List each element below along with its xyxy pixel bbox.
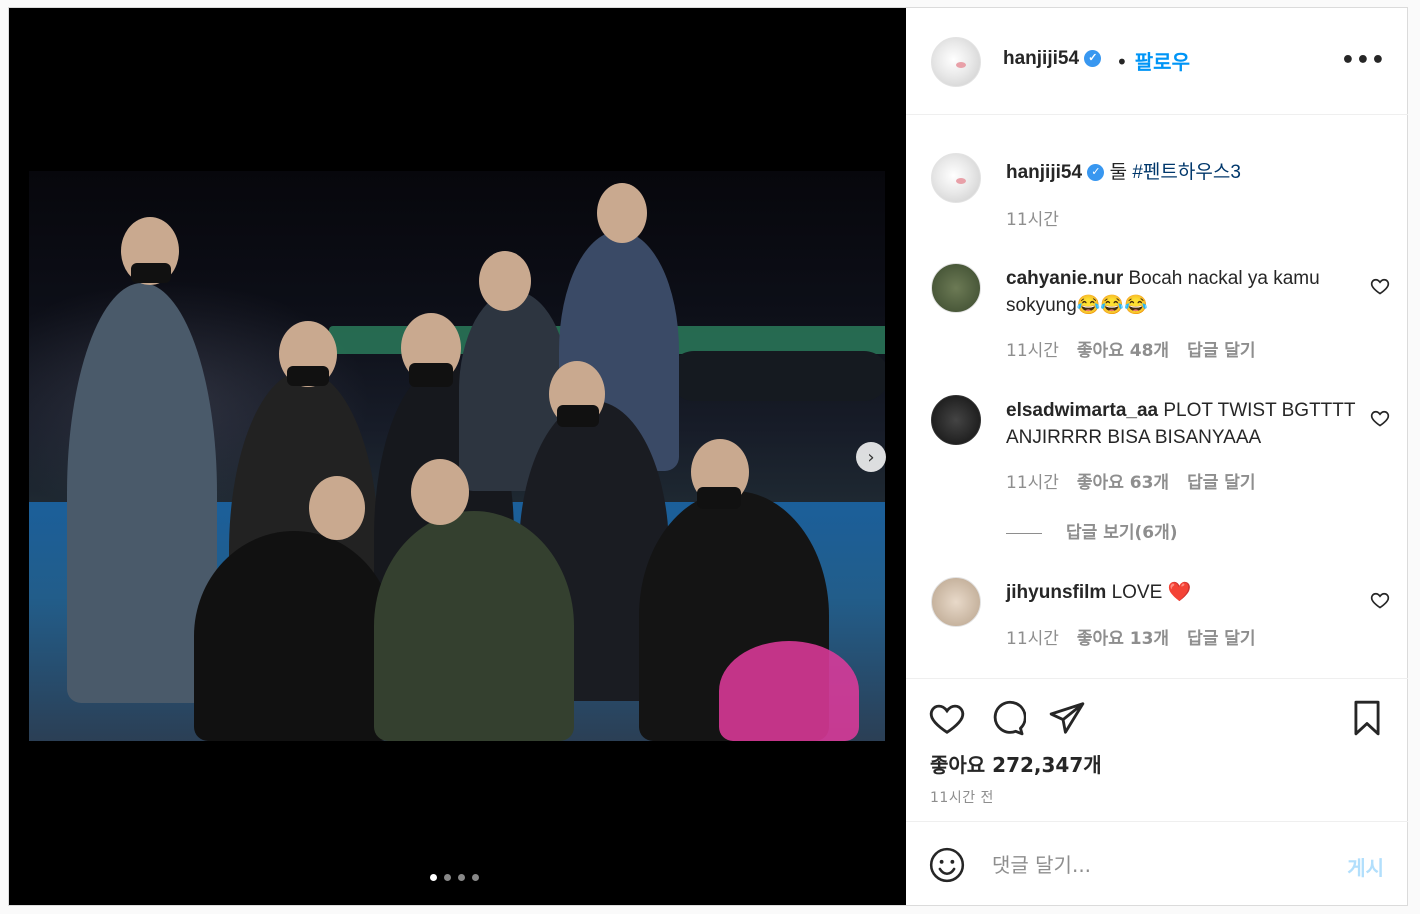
post-actions: 좋아요 272,347개 11시간 전: [906, 678, 1408, 821]
comment-likes[interactable]: 좋아요 13개: [1077, 629, 1169, 649]
comment-time[interactable]: 11시간: [1006, 473, 1059, 493]
comment-like-heart-icon[interactable]: [1370, 590, 1390, 610]
face-mask: [557, 405, 599, 427]
carousel-dot: [472, 874, 479, 881]
camera-rig: [719, 641, 859, 741]
verified-badge-icon: ✓: [1087, 164, 1105, 182]
reply-button[interactable]: 답글 달기: [1187, 629, 1255, 649]
comment-username[interactable]: jihyunsfilm: [1006, 582, 1106, 603]
follow-row[interactable]: • 팔로우: [1116, 46, 1190, 75]
post-sidebar: hanjiji54 ✓ • 팔로우 ••• hanjiji54 ✓ 둘 #펜트하…: [906, 8, 1408, 905]
post-media[interactable]: ›: [9, 8, 906, 905]
post-timestamp[interactable]: 11시간 전: [930, 787, 994, 807]
comment-time[interactable]: 11시간: [1006, 629, 1059, 649]
post-photo: [29, 171, 885, 741]
face-mask: [131, 263, 171, 283]
face-mask: [409, 363, 453, 387]
comment-meta: 11시간 좋아요 13개 답글 달기: [1006, 624, 1256, 649]
caption-text: hanjiji54 ✓ 둘 #펜트하우스3: [1006, 159, 1356, 186]
author-username-row[interactable]: hanjiji54 ✓: [1003, 48, 1102, 70]
reply-button[interactable]: 답글 달기: [1187, 473, 1255, 493]
comment-meta: 11시간 좋아요 48개 답글 달기: [1006, 336, 1256, 361]
comment-text: cahyanie.nur Bocah nackal ya kamu sokyun…: [1006, 265, 1356, 319]
comment-time[interactable]: 11시간: [1006, 341, 1059, 361]
like-heart-icon[interactable]: [928, 699, 966, 737]
carousel-indicator: [430, 874, 479, 881]
likes-count[interactable]: 좋아요 272,347개: [930, 749, 1102, 778]
caption-avatar[interactable]: [931, 153, 981, 203]
carousel-dot: [444, 874, 451, 881]
comment-text: jihyunsfilm LOVE ❤️: [1006, 579, 1356, 606]
view-replies-label: 답글 보기(6개): [1066, 523, 1178, 543]
person-head: [597, 183, 647, 243]
commenter-avatar[interactable]: [931, 263, 981, 313]
comment-bubble-icon[interactable]: [988, 699, 1026, 737]
add-comment-bar: 게시: [906, 821, 1408, 905]
post-comment-button[interactable]: 게시: [1347, 852, 1384, 881]
face-mask: [697, 487, 741, 509]
divider-line: [1006, 532, 1042, 534]
caption-hashtag[interactable]: #펜트하우스3: [1132, 162, 1241, 183]
reply-button[interactable]: 답글 달기: [1187, 341, 1255, 361]
caption-time[interactable]: 11시간: [1006, 205, 1059, 230]
view-replies-button[interactable]: 답글 보기(6개): [1006, 518, 1178, 543]
person-silhouette: [194, 531, 394, 741]
person-silhouette: [374, 511, 574, 741]
comment-text: elsadwimarta_aa PLOT TWIST BGTTTT ANJIRR…: [1006, 397, 1356, 451]
verified-badge-icon: ✓: [1084, 50, 1102, 68]
person-head: [479, 251, 531, 311]
comment-meta: 11시간 좋아요 63개 답글 달기: [1006, 468, 1256, 493]
chevron-right-icon: ›: [867, 446, 875, 468]
comment-username[interactable]: cahyanie.nur: [1006, 268, 1123, 289]
caption-body: 둘: [1109, 162, 1133, 183]
face-mask: [287, 366, 329, 386]
comment-input[interactable]: [990, 846, 1324, 884]
person-head: [309, 476, 365, 540]
commenter-avatar[interactable]: [931, 395, 981, 445]
comment-like-heart-icon[interactable]: [1370, 276, 1390, 296]
comment-likes[interactable]: 좋아요 63개: [1077, 473, 1169, 493]
separator: •: [1116, 50, 1128, 74]
follow-button[interactable]: 팔로우: [1135, 50, 1190, 74]
author-username[interactable]: hanjiji54: [1003, 48, 1079, 69]
comment-username[interactable]: elsadwimarta_aa: [1006, 400, 1158, 421]
person-head: [411, 459, 469, 525]
next-slide-button[interactable]: ›: [856, 442, 886, 472]
post-header: hanjiji54 ✓ • 팔로우 •••: [906, 8, 1408, 115]
share-send-icon[interactable]: [1048, 699, 1086, 737]
boat-buoys: [669, 351, 885, 401]
bookmark-save-icon[interactable]: [1348, 699, 1386, 737]
comment-like-heart-icon[interactable]: [1370, 408, 1390, 428]
comment-likes[interactable]: 좋아요 48개: [1077, 341, 1169, 361]
emoji-smiley-icon[interactable]: [928, 846, 966, 884]
comment-body: LOVE ❤️: [1111, 582, 1192, 603]
more-options-icon[interactable]: •••: [1341, 48, 1386, 73]
carousel-dot: [458, 874, 465, 881]
comments-list: hanjiji54 ✓ 둘 #펜트하우스3 11시간 cahyanie.nur …: [906, 115, 1408, 678]
author-avatar[interactable]: [931, 37, 981, 87]
carousel-dot-active: [430, 874, 437, 881]
caption-username[interactable]: hanjiji54: [1006, 162, 1082, 183]
post-card: › hanjiji54 ✓ • 팔로우 ••• hanjiji54 ✓ 둘 #펜…: [8, 7, 1408, 906]
commenter-avatar[interactable]: [931, 577, 981, 627]
